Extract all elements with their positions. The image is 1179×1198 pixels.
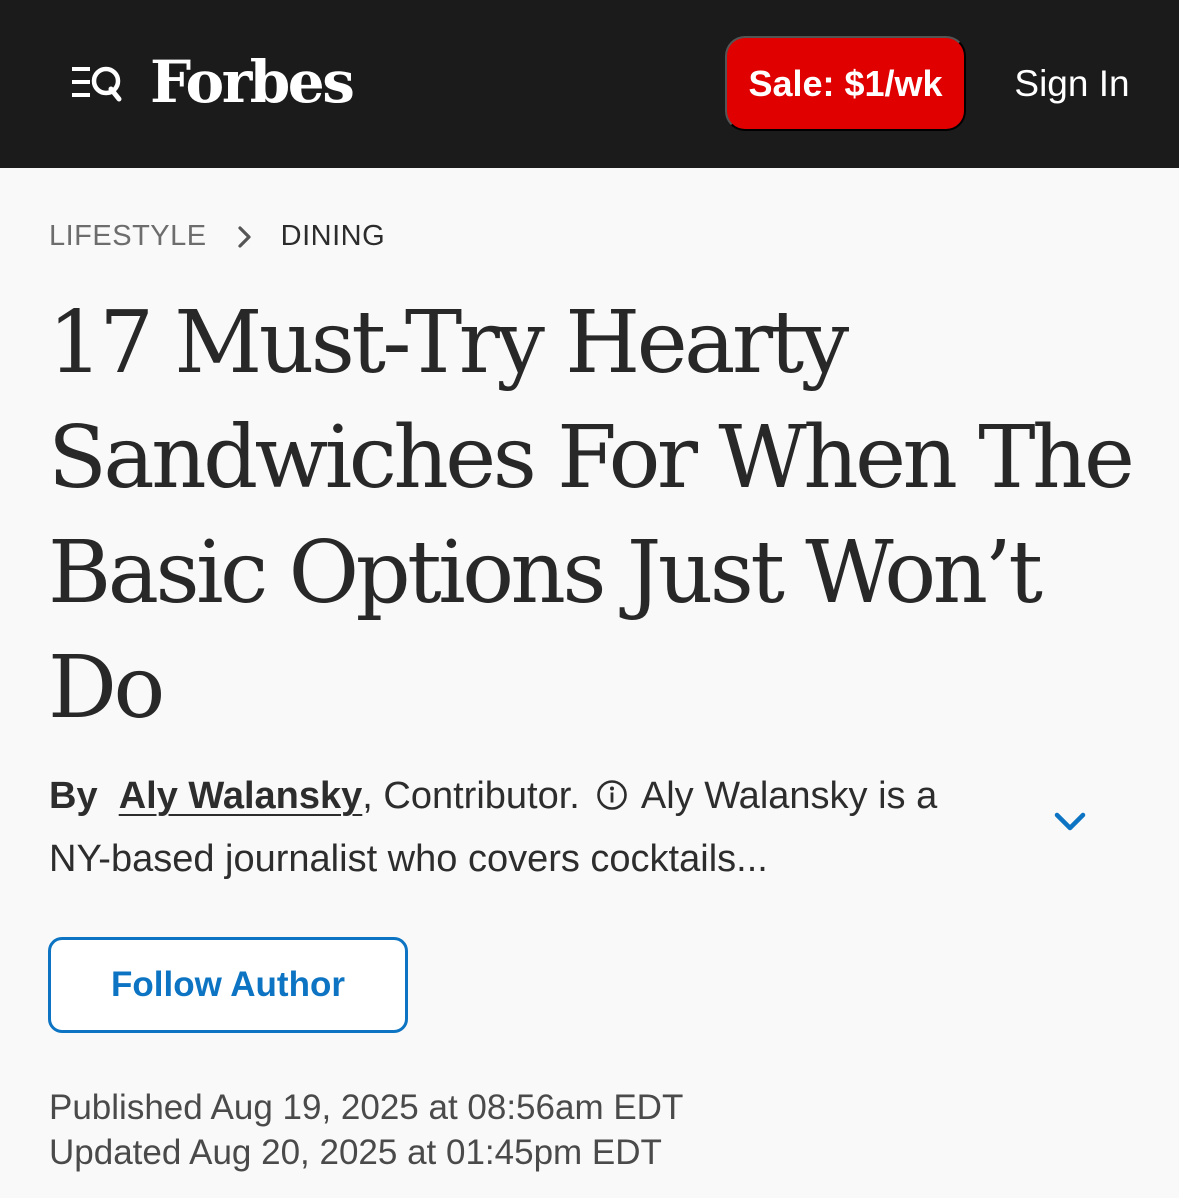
chevron-down-icon[interactable] (1046, 800, 1094, 844)
headline-line: 17 Must-Try Hearty (48, 293, 849, 393)
byline-comma: , (362, 775, 373, 817)
breadcrumb-dining-link[interactable]: DINING (281, 220, 386, 253)
sale-subscribe-button[interactable]: Sale: $1/wk (725, 36, 966, 131)
top-navigation-bar: Forbes Sale: $1/wk Sign In (0, 0, 1179, 168)
author-name-link[interactable]: Aly Walansky (119, 775, 363, 817)
article-dates: Published Aug 19, 2025 at 08:56am EDT Up… (49, 1085, 683, 1175)
chevron-right-icon (235, 224, 255, 248)
menu-search-icon[interactable] (68, 58, 124, 108)
author-byline: By Aly Walansky, Contributor. Aly Walans… (49, 765, 979, 891)
info-icon[interactable] (596, 768, 628, 810)
breadcrumb-lifestyle-link[interactable]: LIFESTYLE (49, 220, 207, 253)
breadcrumb: LIFESTYLE DINING (49, 216, 385, 256)
sign-in-link[interactable]: Sign In (1002, 58, 1142, 110)
headline-line: Do (48, 638, 165, 738)
published-date: Published Aug 19, 2025 at 08:56am EDT (49, 1088, 684, 1127)
article-headline: 17 Must-Try Hearty Sandwiches For When T… (48, 286, 1148, 746)
author-role: Contributor. (372, 775, 591, 817)
headline-line: Basic Options Just Won’t (48, 523, 1043, 623)
headline-line: Sandwiches For When The (48, 408, 1135, 508)
follow-author-button[interactable]: Follow Author (48, 937, 408, 1033)
updated-date: Updated Aug 20, 2025 at 01:45pm EDT (49, 1133, 662, 1172)
byline-by-label: By (49, 775, 98, 817)
forbes-logo[interactable]: Forbes (150, 46, 355, 118)
